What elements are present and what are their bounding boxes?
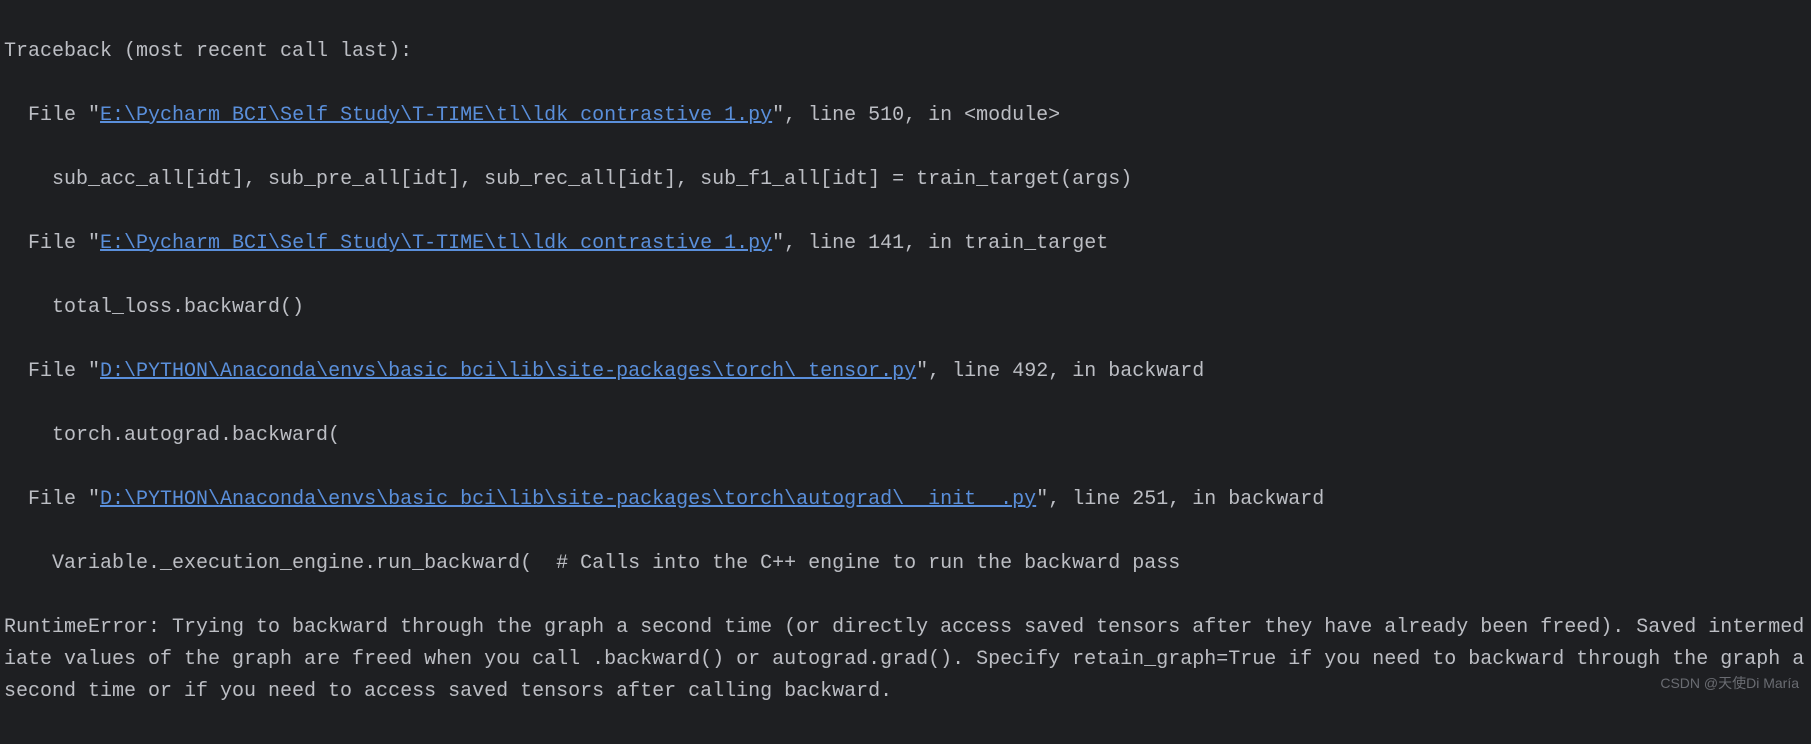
traceback-error: RuntimeError: Trying to backward through… [4, 612, 1807, 708]
terminal-output: Traceback (most recent call last): File … [0, 0, 1811, 744]
file-link[interactable]: D:\PYTHON\Anaconda\envs\basic_bci\lib\si… [100, 488, 1036, 511]
traceback-frame-location: File "D:\PYTHON\Anaconda\envs\basic_bci\… [4, 484, 1807, 516]
traceback-frame-location: File "D:\PYTHON\Anaconda\envs\basic_bci\… [4, 356, 1807, 388]
traceback-frame-code: sub_acc_all[idt], sub_pre_all[idt], sub_… [4, 164, 1807, 196]
traceback-header: Traceback (most recent call last): [4, 36, 1807, 68]
traceback-frame-code: torch.autograd.backward( [4, 420, 1807, 452]
file-link[interactable]: E:\Pycharm_BCI\Self_Study\T-TIME\tl\ldk_… [100, 232, 772, 255]
watermark: CSDN @天使Di María [1660, 672, 1799, 694]
file-link[interactable]: D:\PYTHON\Anaconda\envs\basic_bci\lib\si… [100, 360, 916, 383]
traceback-frame-code: total_loss.backward() [4, 292, 1807, 324]
file-link[interactable]: E:\Pycharm_BCI\Self_Study\T-TIME\tl\ldk_… [100, 104, 772, 127]
traceback-frame-code: Variable._execution_engine.run_backward(… [4, 548, 1807, 580]
traceback-frame-location: File "E:\Pycharm_BCI\Self_Study\T-TIME\t… [4, 228, 1807, 260]
traceback-frame-location: File "E:\Pycharm_BCI\Self_Study\T-TIME\t… [4, 100, 1807, 132]
